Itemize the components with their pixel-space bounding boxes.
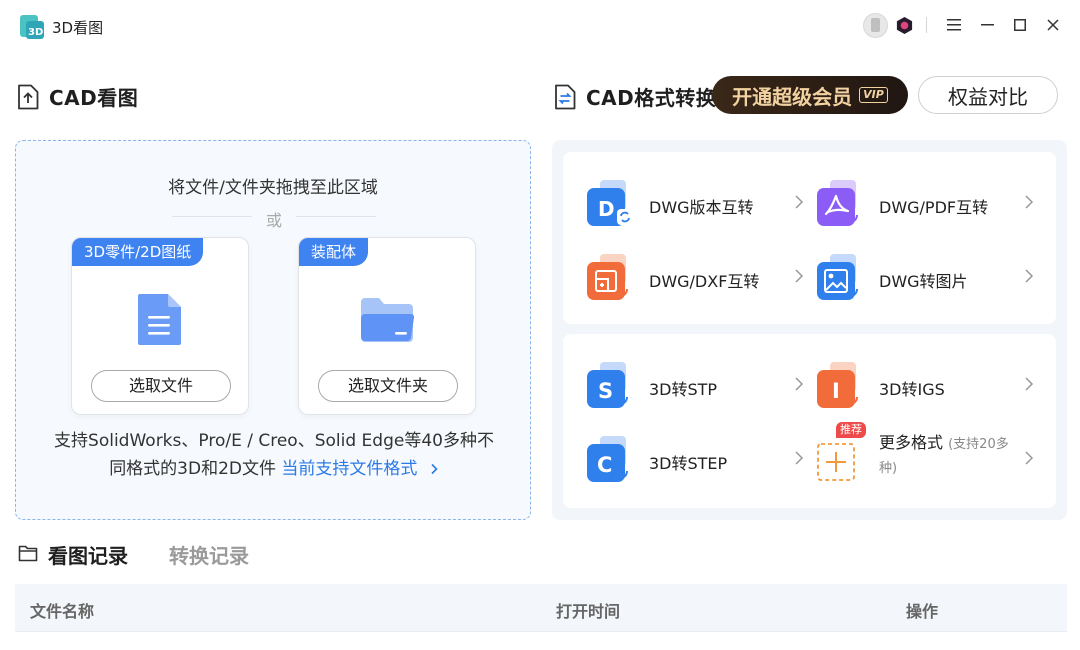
- dwg-version-icon: D: [587, 180, 633, 226]
- user-avatar[interactable]: [863, 13, 888, 38]
- step-icon: C: [587, 436, 628, 482]
- cad-convert-header: CAD格式转换: [554, 82, 716, 111]
- 3d-conversion-group: S 3D转STP I 3D转IGS C 3D转STEP 推荐 更多格式 (支持2…: [563, 334, 1056, 508]
- svg-text:3D: 3D: [28, 27, 43, 38]
- maximize-icon: [1014, 19, 1026, 31]
- pdf-icon: [817, 180, 858, 226]
- part-drawing-card[interactable]: 3D零件/2D图纸 选取文件: [71, 237, 249, 415]
- vip-tag: VIP: [859, 87, 888, 103]
- records-table-header: 文件名称 打开时间 操作: [15, 584, 1067, 632]
- folder-icon: [361, 298, 415, 342]
- svg-text:S: S: [598, 379, 613, 403]
- dwg-version-label: DWG版本互转: [649, 198, 754, 217]
- igs-icon: I: [817, 362, 858, 408]
- chevron-right-icon: [431, 463, 438, 475]
- part-drawing-tag: 3D零件/2D图纸: [72, 238, 204, 266]
- 3d-igs-label: 3D转IGS: [879, 380, 945, 399]
- 3d-igs-convert[interactable]: I 3D转IGS: [816, 360, 1036, 416]
- 3d-stp-convert[interactable]: S 3D转STP: [586, 360, 806, 416]
- 3d-stp-label: 3D转STP: [649, 380, 718, 399]
- convert-file-icon: [555, 84, 576, 109]
- document-icon: [138, 294, 181, 345]
- chevron-right-icon: [1025, 377, 1034, 391]
- svg-text:C: C: [597, 453, 612, 477]
- close-button[interactable]: [1042, 14, 1064, 36]
- chevron-right-icon: [795, 451, 804, 465]
- tab-view-records[interactable]: 看图记录: [48, 540, 128, 569]
- vip-badge-icon[interactable]: [895, 16, 914, 35]
- title-bar: 3D 3D看图: [0, 0, 1080, 52]
- dwg-dxf-label: DWG/DXF互转: [649, 272, 760, 291]
- chevron-right-icon: [795, 195, 804, 209]
- support-line-1: 支持SolidWorks、Pro/E / Creo、Solid Edge等40多…: [54, 431, 494, 451]
- minimize-icon: [980, 24, 994, 26]
- drop-zone-title: 将文件/文件夹拖拽至此区域: [168, 178, 378, 198]
- open-vip-label: 开通超级会员: [732, 84, 853, 109]
- dwg-conversion-group: D DWG版本互转 DWG/PDF互转 DWG/DXF互转 DWG转图片: [563, 152, 1056, 324]
- chevron-right-icon: [1025, 451, 1034, 465]
- chevron-right-icon: [795, 269, 804, 283]
- supported-formats-text: 支持SolidWorks、Pro/E / Creo、Solid Edge等40多…: [34, 427, 514, 483]
- dwg-image-label: DWG转图片: [879, 272, 968, 291]
- support-line-2: 同格式的3D和2D文件: [109, 459, 276, 479]
- select-folder-button[interactable]: 选取文件夹: [318, 370, 458, 402]
- upload-file-icon: [18, 84, 39, 109]
- or-text: 或: [265, 211, 282, 230]
- hamburger-icon: [947, 19, 961, 31]
- dwg-pdf-convert[interactable]: DWG/PDF互转: [816, 178, 1036, 234]
- app-logo-icon: 3D: [20, 15, 44, 39]
- svg-text:I: I: [832, 379, 840, 403]
- dwg-image-convert[interactable]: DWG转图片: [816, 252, 1036, 308]
- stp-icon: S: [587, 362, 628, 408]
- maximize-button[interactable]: [1009, 14, 1031, 36]
- close-icon: [1047, 19, 1059, 31]
- select-file-button[interactable]: 选取文件: [91, 370, 231, 402]
- cad-convert-title: CAD格式转换: [586, 86, 717, 110]
- or-divider: 或: [172, 207, 376, 230]
- dwg-version-convert[interactable]: D DWG版本互转: [586, 178, 806, 234]
- dwg-dxf-convert[interactable]: DWG/DXF互转: [586, 252, 806, 308]
- more-formats[interactable]: 推荐 更多格式 (支持20多种): [816, 422, 1036, 490]
- titlebar-divider: [926, 17, 927, 33]
- chevron-right-icon: [795, 377, 804, 391]
- minimize-button[interactable]: [976, 14, 998, 36]
- supported-formats-link-label: 当前支持文件格式: [281, 459, 418, 479]
- cad-view-header: CAD看图: [17, 82, 138, 111]
- more-formats-label: 更多格式 (支持20多种): [879, 432, 1009, 480]
- dwg-pdf-label: DWG/PDF互转: [879, 198, 989, 217]
- 3d-step-label: 3D转STEP: [649, 454, 728, 473]
- image-icon: [817, 254, 858, 300]
- conversion-panel: D DWG版本互转 DWG/PDF互转 DWG/DXF互转 DWG转图片 S 3…: [552, 140, 1067, 520]
- app-title: 3D看图: [52, 19, 104, 37]
- recommend-badge: 推荐: [836, 422, 866, 438]
- tab-convert-records[interactable]: 转换记录: [169, 540, 249, 569]
- supported-formats-link[interactable]: 当前支持文件格式: [281, 459, 438, 479]
- folder-outline-icon: [18, 545, 38, 562]
- assembly-card[interactable]: 装配体 选取文件夹: [298, 237, 476, 415]
- assembly-tag: 装配体: [299, 238, 369, 266]
- more-formats-title: 更多格式: [879, 433, 944, 452]
- chevron-right-icon: [1025, 195, 1034, 209]
- add-more-icon: [817, 443, 855, 481]
- chevron-right-icon: [1025, 269, 1034, 283]
- column-open-time: 打开时间: [556, 602, 621, 621]
- 3d-step-convert[interactable]: C 3D转STEP: [586, 434, 806, 490]
- cad-view-title: CAD看图: [49, 86, 139, 110]
- column-file-name: 文件名称: [30, 602, 95, 621]
- column-actions: 操作: [906, 602, 939, 621]
- open-vip-button[interactable]: 开通超级会员 VIP: [712, 76, 908, 114]
- menu-button[interactable]: [943, 14, 965, 36]
- file-drop-zone[interactable]: 将文件/文件夹拖拽至此区域 或 3D零件/2D图纸 选取文件 装配体 选取文件夹…: [15, 140, 531, 520]
- svg-text:D: D: [598, 197, 615, 221]
- dxf-icon: [587, 254, 628, 300]
- benefits-compare-button[interactable]: 权益对比: [918, 76, 1058, 114]
